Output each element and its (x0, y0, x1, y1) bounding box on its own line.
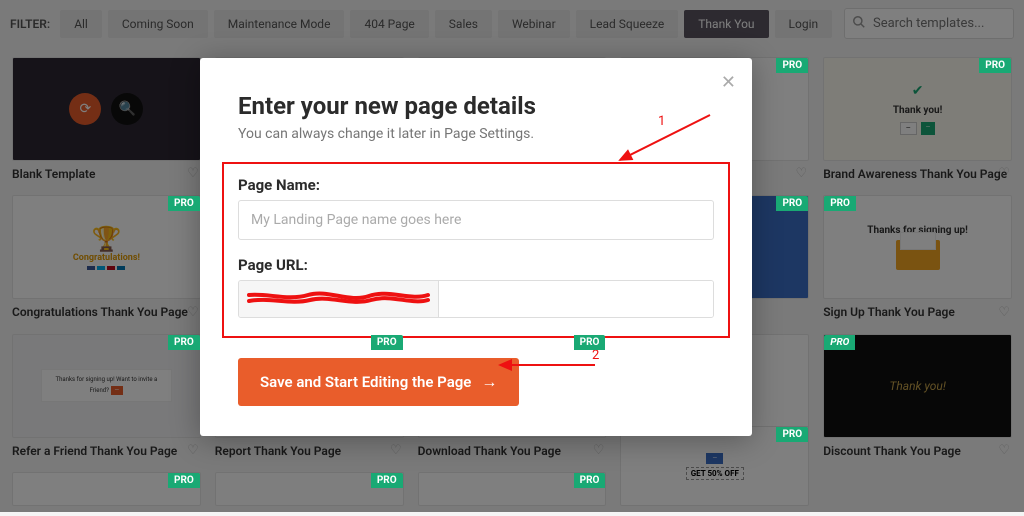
pro-badge: PRO (168, 335, 200, 350)
modal-subtitle: You can always change it later in Page S… (238, 126, 714, 142)
pro-badge: PRO (979, 58, 1011, 73)
page-url-label: Page URL: (238, 256, 714, 274)
page-url-row (238, 280, 714, 318)
save-and-edit-button[interactable]: Save and Start Editing the Page → (238, 358, 519, 406)
page-url-prefix (239, 281, 439, 317)
pro-badge: PRO (371, 473, 403, 488)
new-page-modal: ✕ Enter your new page details You can al… (200, 58, 752, 436)
page-url-input[interactable] (439, 281, 713, 317)
pro-badge: PRO (574, 335, 606, 350)
page-name-label: Page Name: (238, 176, 714, 194)
pro-badge: PRO (574, 473, 606, 488)
annotation-label-2: 2 (592, 348, 599, 363)
annotation-label-1: 1 (658, 114, 665, 129)
pro-badge: PRO (776, 58, 808, 73)
save-button-label: Save and Start Editing the Page (260, 373, 471, 391)
pro-badge: PRO (168, 473, 200, 488)
pro-badge: PRO (168, 196, 200, 211)
redacted-text (247, 291, 430, 307)
page-name-input[interactable] (238, 200, 714, 240)
arrow-right-icon: → (481, 372, 497, 392)
highlighted-form-region: Page Name: Page URL: (222, 162, 730, 338)
pro-badge: PRO (824, 196, 856, 211)
pro-badge: PRO (824, 335, 855, 350)
pro-badge: PRO (371, 335, 403, 350)
modal-heading: Enter your new page details (238, 92, 714, 120)
pro-badge: PRO (776, 196, 808, 211)
close-icon[interactable]: ✕ (721, 72, 736, 93)
pro-badge: PRO (776, 427, 808, 442)
